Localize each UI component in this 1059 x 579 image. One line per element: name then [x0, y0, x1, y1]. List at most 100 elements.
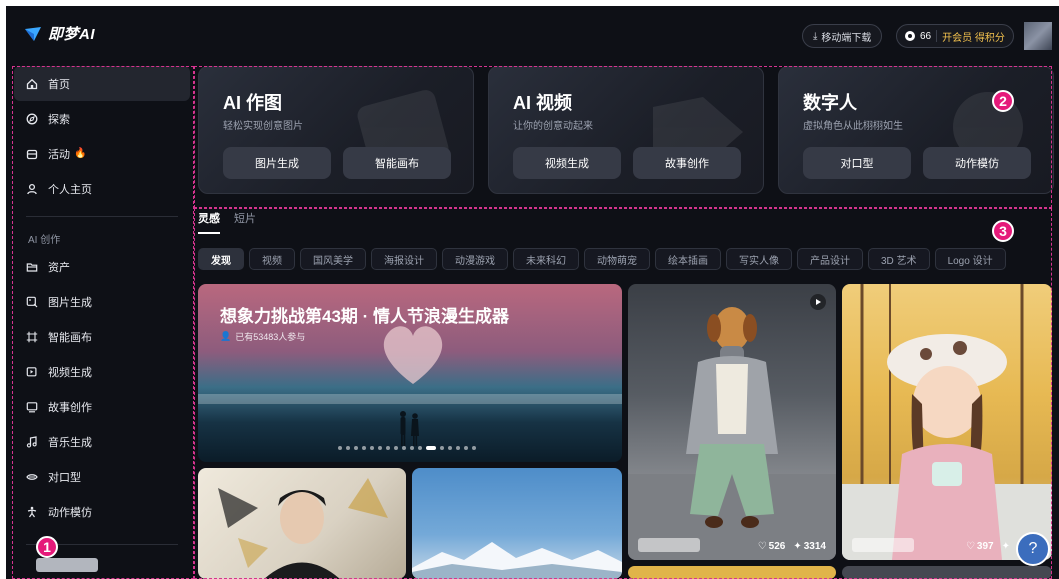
chip-poster[interactable]: 海报设计	[371, 248, 437, 270]
logo[interactable]: 即梦AI	[24, 23, 95, 44]
gallery-item-partial[interactable]	[628, 566, 836, 579]
sidebar-item-label: 探索	[48, 113, 70, 126]
sparkle-icon: ✦	[793, 541, 802, 552]
carousel-dots[interactable]	[338, 446, 476, 450]
gallery-item-partial[interactable]	[842, 566, 1052, 579]
sidebar-item-label: 对口型	[48, 471, 81, 484]
likes[interactable]: ♡ 526	[758, 541, 786, 552]
sidebar-item-story[interactable]: 故事创作	[14, 389, 190, 424]
carousel-dot[interactable]	[472, 446, 476, 450]
heart-icon: ♡	[965, 541, 975, 552]
carousel-dot[interactable]	[370, 446, 374, 450]
challenge-banner[interactable]: 想象力挑战第43期 · 情人节浪漫生成器 👤 已有53483人参与	[198, 284, 622, 462]
carousel-dot[interactable]	[338, 446, 342, 450]
likes-count: 397	[976, 541, 994, 552]
card-subtitle: 让你的创意动起来	[513, 121, 593, 132]
carousel-dot[interactable]	[394, 446, 398, 450]
mobile-download-button[interactable]: ⤓ 移动端下载	[802, 24, 883, 48]
gallery-item-mountain[interactable]	[412, 468, 622, 579]
card-ai-image[interactable]: AI 作图 轻松实现创意图片 图片生成 智能画布	[198, 66, 474, 194]
chip-pets[interactable]: 动物萌宠	[584, 248, 650, 270]
person-icon: 👤	[220, 331, 232, 341]
banner-participants: 👤 已有53483人参与	[220, 330, 305, 343]
carousel-dot[interactable]	[410, 446, 414, 450]
carousel-dot[interactable]	[354, 446, 358, 450]
carousel-dot[interactable]	[464, 446, 468, 450]
chip-3d-art[interactable]: 3D 艺术	[868, 248, 930, 270]
uses[interactable]: ✦ 3314	[793, 541, 826, 552]
card-ai-video[interactable]: AI 视频 让你的创意动起来 视频生成 故事创作	[488, 66, 764, 194]
carousel-dot[interactable]	[346, 446, 350, 450]
sidebar-item-motion[interactable]: 动作模仿	[14, 494, 190, 529]
carousel-dot[interactable]	[386, 446, 390, 450]
motion-icon	[26, 506, 38, 518]
lipsync-button[interactable]: 对口型	[803, 147, 911, 179]
carousel-dot[interactable]	[378, 446, 382, 450]
sidebar-divider	[26, 216, 178, 217]
carousel-dot[interactable]	[402, 446, 406, 450]
sidebar-item-lipsync[interactable]: 对口型	[14, 459, 190, 494]
mountain-image	[412, 542, 622, 579]
sidebar-item-label: 音乐生成	[48, 436, 92, 449]
membership-link[interactable]: 开会员 得积分	[942, 29, 1005, 44]
carousel-dot[interactable]	[362, 446, 366, 450]
credit-icon	[905, 31, 915, 41]
sidebar-item-explore[interactable]: 探索	[14, 101, 190, 136]
carousel-dot-active[interactable]	[426, 446, 436, 450]
sidebar-item-profile[interactable]: 个人主页	[14, 171, 190, 206]
chip-video[interactable]: 视频	[249, 248, 295, 270]
likes[interactable]: ♡ 397	[966, 541, 994, 552]
sidebar-item-video-gen[interactable]: 视频生成	[14, 354, 190, 389]
carousel-dot[interactable]	[440, 446, 444, 450]
sidebar-item-label: 资产	[48, 261, 70, 274]
folder-icon	[26, 261, 38, 273]
carousel-dot[interactable]	[418, 446, 422, 450]
gallery-item-girl[interactable]: ♡ 397 ✦	[842, 284, 1052, 560]
chip-anime-game[interactable]: 动漫游戏	[442, 248, 508, 270]
chip-scifi[interactable]: 未来科幻	[513, 248, 579, 270]
divider	[936, 30, 938, 42]
tab-shorts[interactable]: 短片	[234, 210, 256, 234]
category-chips: 发现 视频 国风美学 海报设计 动漫游戏 未来科幻 动物萌宠 绘本插画 写实人像…	[198, 248, 1006, 270]
sidebar-item-activity[interactable]: 活动 🔥	[14, 136, 190, 171]
video-gen-button[interactable]: 视频生成	[513, 147, 621, 179]
sidebar-account-redacted[interactable]	[36, 558, 98, 572]
carousel-dot[interactable]	[456, 446, 460, 450]
image-gen-button[interactable]: 图片生成	[223, 147, 331, 179]
sidebar-item-image-gen[interactable]: 图片生成	[14, 284, 190, 319]
play-icon[interactable]	[810, 294, 826, 310]
chip-guofeng[interactable]: 国风美学	[300, 248, 366, 270]
chip-picturebook[interactable]: 绘本插画	[655, 248, 721, 270]
card-digital-human[interactable]: 数字人 虚拟角色从此栩栩如生 对口型 动作模仿	[778, 66, 1054, 194]
sidebar-item-home[interactable]: 首页	[14, 66, 190, 101]
top-bar: 即梦AI ⤓ 移动端下载 66 开会员 得积分	[6, 6, 1059, 62]
carousel-dot[interactable]	[448, 446, 452, 450]
content-tabs: 灵感 短片	[198, 210, 256, 234]
chip-product[interactable]: 产品设计	[797, 248, 863, 270]
gallery-item-dog[interactable]: ♡ 526 ✦ 3314	[628, 284, 836, 560]
banner-title: 想象力挑战第43期 · 情人节浪漫生成器	[220, 307, 510, 326]
author-redacted[interactable]	[852, 538, 914, 552]
story-icon	[26, 401, 38, 413]
smart-canvas-button[interactable]: 智能画布	[343, 147, 451, 179]
girl-illustration-image	[842, 284, 1052, 560]
lipsync-icon	[26, 471, 38, 483]
motion-mimic-button[interactable]: 动作模仿	[923, 147, 1031, 179]
uses-count: 3314	[803, 541, 826, 552]
sidebar-item-assets[interactable]: 资产	[14, 249, 190, 284]
gallery-item-portrait[interactable]	[198, 468, 406, 579]
sidebar-item-label: 视频生成	[48, 366, 92, 379]
logo-text: 即梦AI	[48, 26, 96, 43]
sidebar-item-label: 故事创作	[48, 401, 92, 414]
help-button[interactable]: ?	[1016, 532, 1050, 566]
chip-logo[interactable]: Logo 设计	[934, 248, 1006, 270]
credits-pill[interactable]: 66 开会员 得积分	[896, 24, 1014, 48]
chip-portrait[interactable]: 写实人像	[726, 248, 792, 270]
story-create-button[interactable]: 故事创作	[633, 147, 741, 179]
avatar[interactable]	[1024, 22, 1052, 50]
chip-discover[interactable]: 发现	[198, 248, 244, 270]
sidebar-item-music[interactable]: 音乐生成	[14, 424, 190, 459]
author-redacted[interactable]	[638, 538, 700, 552]
tab-inspiration[interactable]: 灵感	[198, 210, 220, 234]
sidebar-item-canvas[interactable]: 智能画布	[14, 319, 190, 354]
